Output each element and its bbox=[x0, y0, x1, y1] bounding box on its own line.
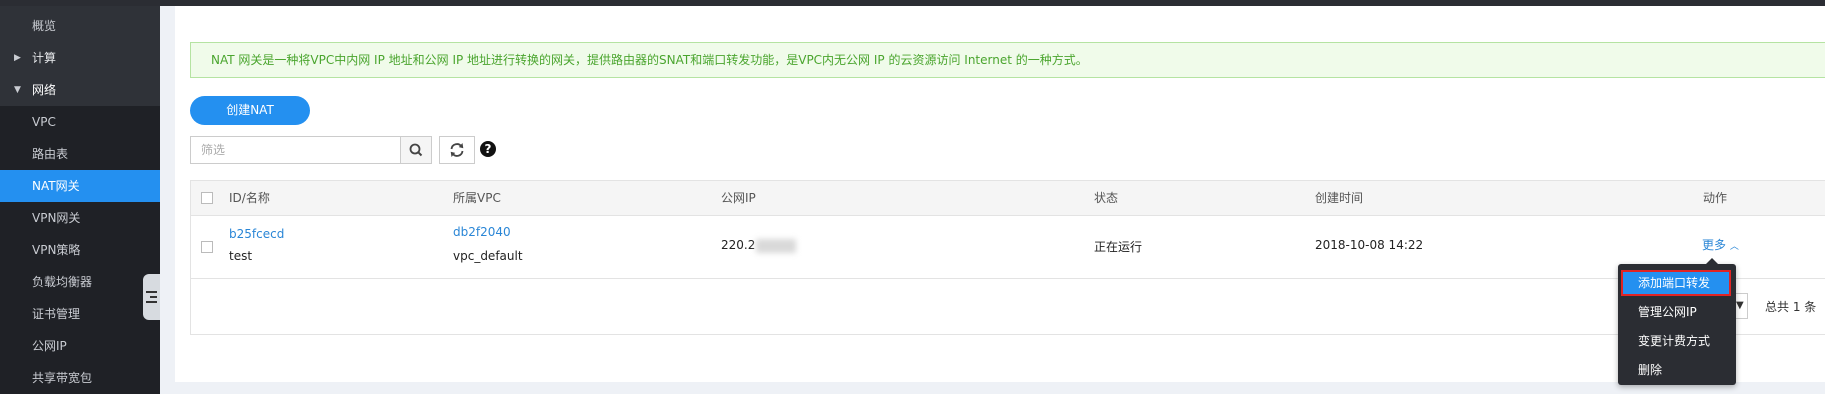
menu-item-delete[interactable]: 删除 bbox=[1618, 357, 1736, 383]
more-actions-button[interactable]: 更多 ︿ bbox=[1702, 236, 1739, 253]
select-all-checkbox[interactable] bbox=[201, 192, 213, 204]
column-header-status: 状态 bbox=[1094, 191, 1119, 205]
column-header-action: 动作 bbox=[1703, 191, 1728, 205]
sidebar-item-route-table[interactable]: 路由表 bbox=[0, 138, 160, 170]
caret-down-icon: ▼ bbox=[14, 85, 21, 95]
status-text: 正在运行 bbox=[1094, 240, 1143, 254]
caret-down-icon: ▼ bbox=[1736, 300, 1744, 311]
sidebar-item-public-ip[interactable]: 公网IP bbox=[0, 330, 160, 362]
sidebar-item-overview[interactable]: 概览 bbox=[0, 10, 160, 42]
sidebar-item-vpn-gateway[interactable]: VPN网关 bbox=[0, 202, 160, 234]
refresh-button[interactable] bbox=[439, 136, 475, 164]
search-icon bbox=[409, 143, 423, 157]
public-ip: 220.2 bbox=[721, 238, 797, 253]
search-button[interactable] bbox=[400, 136, 432, 164]
column-header-id-name: ID/名称 bbox=[229, 191, 270, 205]
menu-item-add-port-forward[interactable]: 添加端口转发 bbox=[1621, 270, 1731, 296]
info-notice: NAT 网关是一种将VPC中内网 IP 地址和公网 IP 地址进行转换的网关，提… bbox=[190, 42, 1825, 78]
column-header-created-time: 创建时间 bbox=[1315, 191, 1364, 205]
sidebar-item-nat-gateway[interactable]: NAT网关 bbox=[0, 170, 160, 202]
sidebar-item-shared-bandwidth[interactable]: 共享带宽包 bbox=[0, 362, 160, 394]
refresh-icon bbox=[450, 143, 464, 157]
sidebar-item-vpn-policy[interactable]: VPN策略 bbox=[0, 234, 160, 266]
vpc-name: vpc_default bbox=[453, 249, 523, 263]
sidebar-item-certificates[interactable]: 证书管理 bbox=[0, 298, 160, 330]
column-header-vpc: 所属VPC bbox=[453, 191, 501, 205]
collapse-menu-icon bbox=[146, 291, 157, 306]
more-actions-menu: 添加端口转发 管理公网IP 变更计费方式 删除 bbox=[1618, 258, 1736, 385]
row-checkbox[interactable] bbox=[201, 241, 213, 253]
table-header: ID/名称 所属VPC 公网IP 状态 创建时间 动作 bbox=[191, 181, 1825, 216]
column-header-public-ip: 公网IP bbox=[721, 191, 756, 205]
sidebar: 概览 ▶ 计算 ▼ 网络 VPC 路由表 NAT网关 VPN网关 VPN策略 负载均… bbox=[0, 6, 160, 394]
create-nat-button[interactable]: 创建NAT bbox=[190, 96, 310, 125]
table-row: b25fcecd test db2f2040 vpc_default 220.2… bbox=[191, 216, 1825, 279]
vpc-id-link[interactable]: db2f2040 bbox=[453, 225, 511, 239]
redacted-mask bbox=[756, 238, 797, 253]
menu-item-manage-public-ip[interactable]: 管理公网IP bbox=[1618, 299, 1736, 325]
nat-table: ID/名称 所属VPC 公网IP 状态 创建时间 动作 b25fcecd tes… bbox=[190, 180, 1825, 335]
sidebar-item-network[interactable]: ▼ 网络 bbox=[0, 74, 160, 106]
nat-name: test bbox=[229, 249, 253, 263]
created-time: 2018-10-08 14:22 bbox=[1315, 238, 1424, 252]
filter-input[interactable] bbox=[190, 136, 401, 164]
caret-right-icon: ▶ bbox=[14, 53, 21, 63]
nat-id-link[interactable]: b25fcecd bbox=[229, 227, 284, 241]
help-icon[interactable]: ? bbox=[480, 141, 496, 157]
sidebar-item-vpc[interactable]: VPC bbox=[0, 106, 160, 138]
menu-item-change-billing[interactable]: 变更计费方式 bbox=[1618, 328, 1736, 354]
sidebar-collapse-toggle[interactable] bbox=[143, 274, 160, 320]
pager-total: 总共 1 条 bbox=[1765, 300, 1817, 314]
chevron-up-icon: ︿ bbox=[1729, 242, 1739, 252]
sidebar-item-compute[interactable]: ▶ 计算 bbox=[0, 42, 160, 74]
sidebar-item-load-balancer[interactable]: 负载均衡器 bbox=[0, 266, 160, 298]
